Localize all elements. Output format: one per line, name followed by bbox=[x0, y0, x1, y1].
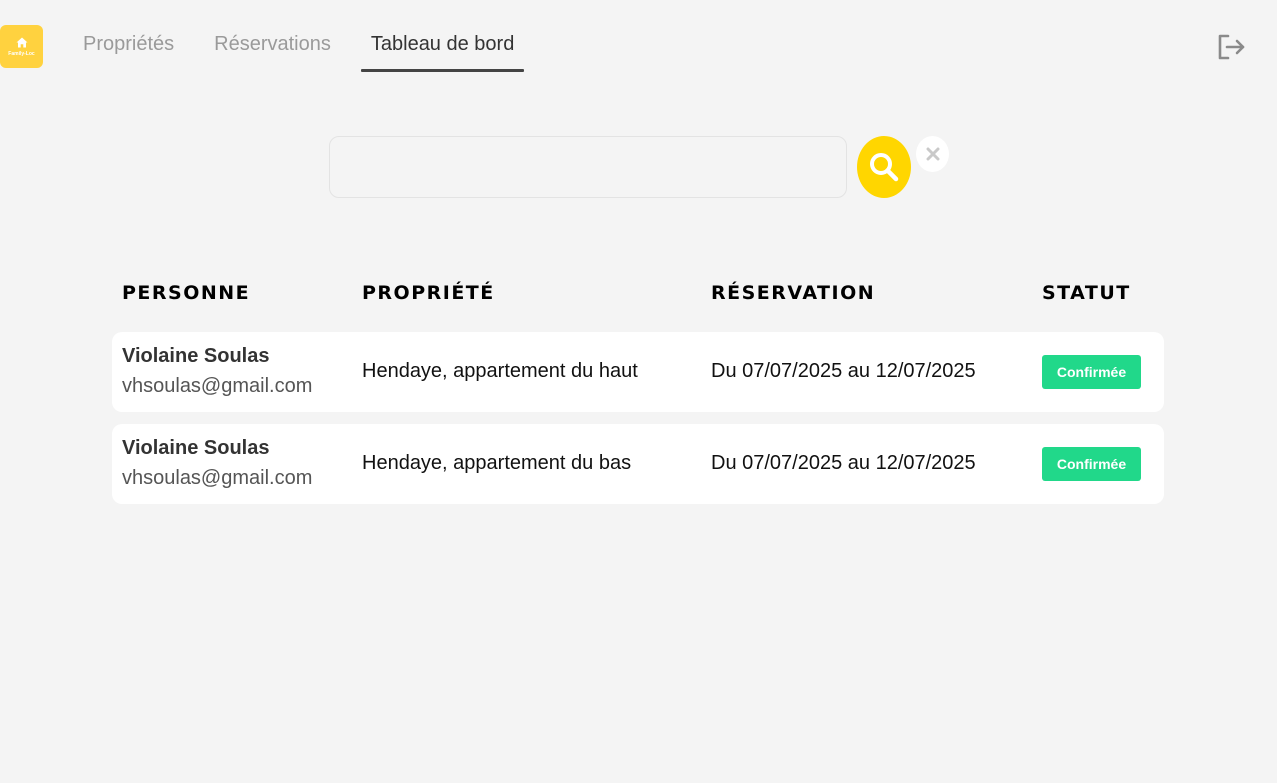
tab-proprietes[interactable]: Propriétés bbox=[63, 24, 194, 72]
status-badge: Confirmée bbox=[1042, 447, 1141, 481]
main-tabs: Propriétés Réservations Tableau de bord bbox=[63, 24, 534, 72]
reservation-dates: Du 07/07/2025 au 12/07/2025 bbox=[711, 452, 976, 474]
property-name: Hendaye, appartement du bas bbox=[362, 452, 632, 474]
search-button[interactable] bbox=[857, 136, 911, 198]
person-email: vhsoulas@gmail.com bbox=[122, 467, 313, 489]
person-name: Violaine Soulas bbox=[122, 437, 270, 459]
logo-text: Family-Loc bbox=[8, 50, 35, 57]
column-header-reservation: RÉSERVATION bbox=[711, 282, 876, 304]
table-header: PERSONNE PROPRIÉTÉ RÉSERVATION STATUT bbox=[0, 282, 1277, 308]
logout-button[interactable] bbox=[1216, 33, 1246, 61]
column-header-statut: STATUT bbox=[1042, 282, 1131, 304]
search-input[interactable] bbox=[329, 136, 847, 198]
column-header-personne: PERSONNE bbox=[122, 282, 251, 304]
top-navigation-bar: Family-Loc Propriétés Réservations Table… bbox=[0, 0, 1277, 80]
status-badge: Confirmée bbox=[1042, 355, 1141, 389]
home-icon bbox=[16, 37, 27, 47]
person-email: vhsoulas@gmail.com bbox=[122, 375, 313, 397]
property-name: Hendaye, appartement du haut bbox=[362, 360, 638, 382]
app-logo[interactable]: Family-Loc bbox=[0, 25, 43, 68]
table-row[interactable]: Violaine Soulas vhsoulas@gmail.com Henda… bbox=[112, 332, 1164, 412]
close-icon bbox=[926, 147, 939, 161]
logout-icon bbox=[1218, 34, 1245, 60]
table-row[interactable]: Violaine Soulas vhsoulas@gmail.com Henda… bbox=[112, 424, 1164, 504]
reservation-dates: Du 07/07/2025 au 12/07/2025 bbox=[711, 360, 976, 382]
tab-reservations[interactable]: Réservations bbox=[194, 24, 351, 72]
search-icon bbox=[870, 153, 899, 182]
person-name: Violaine Soulas bbox=[122, 345, 270, 367]
tab-tableau-de-bord[interactable]: Tableau de bord bbox=[351, 24, 534, 72]
clear-search-button[interactable] bbox=[916, 136, 949, 172]
column-header-propriete: PROPRIÉTÉ bbox=[362, 282, 495, 304]
